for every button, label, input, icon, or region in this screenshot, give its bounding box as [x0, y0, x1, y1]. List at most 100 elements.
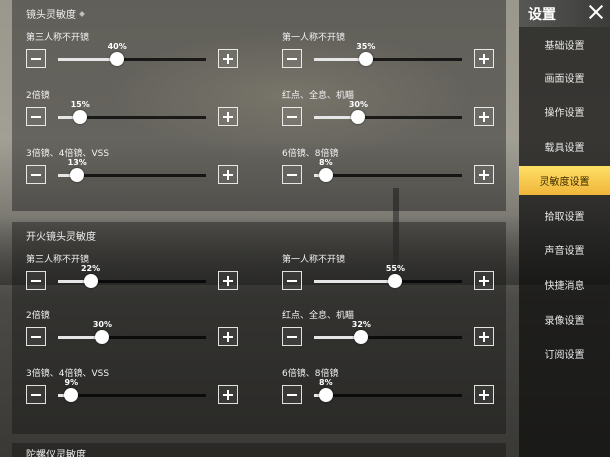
- section-title-label: 开火镜头灵敏度: [26, 232, 96, 243]
- minus-icon: [287, 335, 297, 338]
- increase-button[interactable]: [474, 271, 494, 290]
- close-icon[interactable]: [587, 3, 605, 21]
- section-gyroscope-sensitivity: 陀螺仪灵敏度: [12, 443, 506, 457]
- plus-icon: [483, 53, 485, 64]
- sensitivity-slider-knob[interactable]: [318, 388, 333, 402]
- minus-icon: [287, 393, 297, 396]
- nav-item-replay-settings[interactable]: 录像设置: [519, 305, 610, 334]
- sensitivity-slider-track[interactable]: [314, 52, 462, 66]
- sensitivity-row-label: 红点、全息、机瞄: [282, 311, 355, 321]
- minus-icon: [31, 335, 41, 338]
- plus-icon: [227, 169, 229, 180]
- sensitivity-slider-track[interactable]: [58, 274, 206, 288]
- sensitivity-slider-knob[interactable]: [110, 52, 125, 66]
- decrease-button[interactable]: [26, 327, 46, 346]
- decrease-button[interactable]: [282, 271, 302, 290]
- sensitivity-row-label: 第一人称不开镜: [282, 255, 346, 265]
- decrease-button[interactable]: [282, 165, 302, 184]
- minus-icon: [287, 279, 297, 282]
- sensitivity-slider-track[interactable]: [58, 52, 206, 66]
- nav-item-vehicle-settings[interactable]: 载具设置: [519, 132, 610, 161]
- decrease-button[interactable]: [26, 271, 46, 290]
- fire-sensitivity-row-3x-4x-vss-scope: 3倍镜、4倍镜、VSS 9%: [26, 366, 250, 408]
- sidebar-header: 设置: [519, 0, 610, 27]
- sensitivity-slider-knob[interactable]: [318, 168, 333, 182]
- minus-icon: [31, 393, 41, 396]
- increase-button[interactable]: [218, 271, 238, 290]
- increase-button[interactable]: [218, 327, 238, 346]
- section-title-label: 镜头灵敏度: [26, 10, 76, 21]
- camera-sensitivity-row-first-person-no-scope: 第一人称不开镜 35%: [282, 30, 506, 72]
- nav-item-subscription-settings[interactable]: 订阅设置: [519, 339, 610, 368]
- sensitivity-row-label: 第一人称不开镜: [282, 33, 346, 43]
- sensitivity-row-label: 2倍镜: [26, 91, 50, 101]
- minus-icon: [31, 115, 41, 118]
- camera-sensitivity-row-third-person-no-scope: 第三人称不开镜 40%: [26, 30, 250, 72]
- sensitivity-slider-knob[interactable]: [358, 52, 373, 66]
- sensitivity-slider-track[interactable]: [58, 110, 206, 124]
- fire-sensitivity-row-6x-8x-scope: 6倍镜、8倍镜 8%: [282, 366, 506, 408]
- sensitivity-slider-knob[interactable]: [388, 274, 403, 288]
- minus-icon: [287, 115, 297, 118]
- sensitivity-value-label: 55%: [385, 264, 405, 273]
- sensitivity-slider-track[interactable]: [58, 168, 206, 182]
- sensitivity-slider-track[interactable]: [314, 388, 462, 402]
- sensitivity-slider-knob[interactable]: [64, 388, 79, 402]
- decrease-button[interactable]: [26, 107, 46, 126]
- sensitivity-value-label: 30%: [92, 320, 112, 329]
- plus-icon: [227, 275, 229, 286]
- nav-item-audio-settings[interactable]: 声音设置: [519, 235, 610, 264]
- camera-sensitivity-row-2x-scope: 2倍镜 15%: [26, 88, 250, 130]
- section-title-diamond-icon: [79, 10, 85, 17]
- sensitivity-value-label: 35%: [356, 42, 376, 51]
- nav-item-sensitivity-settings[interactable]: 灵敏度设置: [519, 166, 610, 195]
- minus-icon: [31, 173, 41, 176]
- decrease-button[interactable]: [282, 385, 302, 404]
- camera-sensitivity-row-6x-8x-scope: 6倍镜、8倍镜 8%: [282, 146, 506, 188]
- increase-button[interactable]: [218, 385, 238, 404]
- increase-button[interactable]: [474, 107, 494, 126]
- sensitivity-slider-knob[interactable]: [70, 168, 85, 182]
- section-title: 陀螺仪灵敏度: [26, 446, 86, 457]
- settings-sidebar: 设置 基础设置 画面设置 操作设置 载具设置 灵敏度设置 拾取设置 声音设置 快…: [519, 0, 610, 457]
- sensitivity-slider-track[interactable]: [58, 330, 206, 344]
- sensitivity-slider-knob[interactable]: [83, 274, 98, 288]
- fire-sensitivity-row-red-dot-holo-ironsight: 红点、全息、机瞄 32%: [282, 308, 506, 350]
- increase-button[interactable]: [218, 107, 238, 126]
- settings-title: 设置: [528, 7, 556, 23]
- plus-icon: [483, 331, 485, 342]
- increase-button[interactable]: [218, 49, 238, 68]
- fire-sensitivity-row-third-person-no-scope: 第三人称不开镜 22%: [26, 252, 250, 294]
- camera-sensitivity-row-3x-4x-vss-scope: 3倍镜、4倍镜、VSS 13%: [26, 146, 250, 188]
- increase-button[interactable]: [474, 327, 494, 346]
- nav-item-quick-messages[interactable]: 快捷消息: [519, 270, 610, 299]
- decrease-button[interactable]: [26, 49, 46, 68]
- increase-button[interactable]: [474, 49, 494, 68]
- sensitivity-slider-knob[interactable]: [354, 330, 369, 344]
- sensitivity-slider-knob[interactable]: [73, 110, 88, 124]
- nav-item-graphics-settings[interactable]: 画面设置: [519, 63, 610, 92]
- nav-item-basic-settings[interactable]: 基础设置: [519, 30, 610, 59]
- nav-item-pickup-settings[interactable]: 拾取设置: [519, 201, 610, 230]
- sensitivity-slider-track[interactable]: [314, 110, 462, 124]
- sensitivity-slider-track[interactable]: [314, 168, 462, 182]
- sensitivity-slider-track[interactable]: [314, 274, 462, 288]
- decrease-button[interactable]: [282, 49, 302, 68]
- increase-button[interactable]: [474, 165, 494, 184]
- sensitivity-slider-track[interactable]: [314, 330, 462, 344]
- decrease-button[interactable]: [26, 385, 46, 404]
- sensitivity-slider-fill: [314, 280, 396, 283]
- increase-button[interactable]: [474, 385, 494, 404]
- sensitivity-slider-knob[interactable]: [351, 110, 366, 124]
- decrease-button[interactable]: [282, 107, 302, 126]
- decrease-button[interactable]: [282, 327, 302, 346]
- increase-button[interactable]: [218, 165, 238, 184]
- minus-icon: [287, 57, 297, 60]
- sensitivity-slider-track[interactable]: [58, 388, 206, 402]
- sensitivity-value-label: 9%: [64, 378, 79, 387]
- sensitivity-slider-knob[interactable]: [95, 330, 110, 344]
- decrease-button[interactable]: [26, 165, 46, 184]
- nav-item-controls-settings[interactable]: 操作设置: [519, 97, 610, 126]
- plus-icon: [483, 275, 485, 286]
- sensitivity-value-label: 13%: [67, 158, 87, 167]
